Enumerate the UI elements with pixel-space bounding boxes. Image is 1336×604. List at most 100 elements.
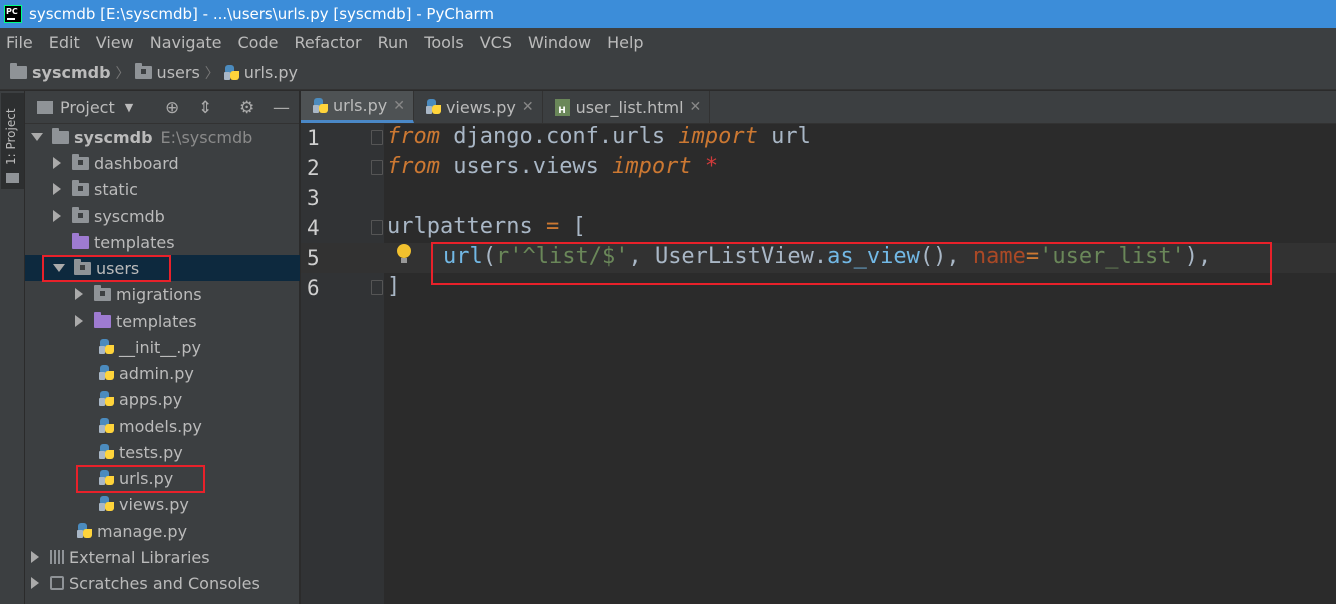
left-tool-strip: 1: Project (0, 91, 25, 604)
folder-icon (74, 258, 91, 275)
tree-item-models[interactable]: models.py (25, 413, 300, 439)
tree-item-admin[interactable]: admin.py (25, 360, 300, 386)
tree-item-external-libraries[interactable]: External Libraries (25, 544, 300, 570)
folder-icon (72, 179, 89, 196)
expand-arrow-icon[interactable] (31, 577, 39, 589)
folder-icon (6, 173, 19, 183)
menu-view[interactable]: View (90, 33, 140, 52)
tree-item-root[interactable]: syscmdb E:\syscmdb (25, 124, 300, 150)
menu-bar: File Edit View Navigate Code Refactor Ru… (0, 28, 1336, 56)
code-editor[interactable] (384, 124, 1336, 604)
expand-arrow-icon[interactable] (53, 183, 61, 195)
python-file-icon (99, 364, 115, 382)
menu-window[interactable]: Window (522, 33, 597, 52)
line-number: 2 (307, 156, 320, 180)
breadcrumb-users[interactable]: users (134, 63, 200, 82)
editor-tabs: urls.py ✕ views.py ✕ H user_list.html ✕ (301, 91, 1336, 124)
tree-item-syscmdb[interactable]: syscmdb (25, 203, 300, 229)
menu-run[interactable]: Run (372, 33, 415, 52)
tree-item-tests[interactable]: tests.py (25, 439, 300, 465)
close-icon[interactable]: ✕ (522, 99, 534, 115)
collapse-all-icon[interactable]: ⇕ (198, 98, 212, 118)
chevron-right-icon: 〉 (115, 65, 130, 82)
tree-item-urls[interactable]: urls.py (25, 465, 300, 491)
tree-item-users-templates[interactable]: templates (25, 308, 300, 334)
fold-marker-icon[interactable] (371, 280, 383, 295)
expand-arrow-icon[interactable] (53, 264, 65, 272)
menu-navigate[interactable]: Navigate (144, 33, 228, 52)
python-file-icon (313, 97, 329, 115)
crosshair-icon[interactable]: ⊕ (165, 98, 179, 118)
python-file-icon (425, 98, 442, 116)
folder-icon (37, 100, 53, 114)
code-line-4: urlpatterns = [ (387, 214, 586, 239)
tree-item-init[interactable]: __init__.py (25, 334, 300, 360)
tree-item-views[interactable]: views.py (25, 491, 300, 517)
project-view-selector[interactable]: Project (60, 98, 115, 117)
expand-arrow-icon[interactable] (53, 157, 61, 169)
title-bar: PC syscmdb [E:\syscmdb] - ...\users\urls… (0, 0, 1336, 28)
line-number: 3 (307, 186, 320, 210)
window-title: syscmdb [E:\syscmdb] - ...\users\urls.py… (29, 5, 495, 23)
expand-arrow-icon[interactable] (31, 133, 43, 141)
fold-marker-icon[interactable] (371, 220, 383, 235)
python-file-icon (99, 443, 115, 461)
menu-edit[interactable]: Edit (43, 33, 86, 52)
lightbulb-icon[interactable] (397, 244, 411, 263)
tree-item-manage[interactable]: manage.py (25, 518, 300, 544)
tree-item-dashboard[interactable]: dashboard (25, 150, 300, 176)
breadcrumb-project[interactable]: syscmdb (10, 63, 111, 82)
folder-icon (94, 284, 111, 301)
code-line-2: from users.views import * (387, 154, 719, 179)
library-icon (50, 550, 64, 564)
expand-arrow-icon[interactable] (31, 551, 39, 563)
expand-arrow-icon[interactable] (75, 315, 83, 327)
line-number: 5 (307, 246, 320, 270)
chevron-down-icon[interactable]: ▼ (125, 101, 133, 114)
tab-urls-py[interactable]: urls.py ✕ (301, 91, 414, 123)
menu-vcs[interactable]: VCS (474, 33, 518, 52)
menu-tools[interactable]: Tools (418, 33, 469, 52)
close-icon[interactable]: ✕ (690, 99, 702, 115)
close-icon[interactable]: ✕ (393, 98, 405, 114)
python-file-icon (99, 338, 115, 356)
breadcrumb: syscmdb 〉 users 〉 urls.py (0, 56, 1336, 90)
tree-item-migrations[interactable]: migrations (25, 281, 300, 307)
line-number: 4 (307, 216, 320, 240)
menu-code[interactable]: Code (232, 33, 285, 52)
folder-icon (72, 206, 89, 223)
project-tool-tab[interactable]: 1: Project (1, 93, 24, 189)
python-file-icon (223, 64, 240, 82)
menu-file[interactable]: File (0, 33, 39, 52)
code-line-6: ] (387, 274, 401, 299)
tree-item-static[interactable]: static (25, 176, 300, 202)
tree-item-apps[interactable]: apps.py (25, 386, 300, 412)
code-line-5: url(r'^list/$', UserListView.as_view(), … (443, 244, 1212, 269)
fold-marker-icon[interactable] (371, 130, 383, 145)
gear-icon[interactable]: ⚙ (239, 98, 254, 118)
tree-item-templates[interactable]: templates (25, 229, 300, 255)
python-file-icon (99, 390, 115, 408)
fold-marker-icon[interactable] (371, 160, 383, 175)
breadcrumb-file[interactable]: urls.py (223, 63, 298, 82)
tree-item-scratches[interactable]: Scratches and Consoles (25, 570, 300, 596)
menu-refactor[interactable]: Refactor (288, 33, 367, 52)
python-file-icon (77, 522, 93, 540)
line-number: 1 (307, 126, 320, 150)
folder-icon (134, 63, 152, 79)
python-file-icon (99, 495, 115, 513)
python-file-icon (99, 469, 115, 487)
expand-arrow-icon[interactable] (75, 288, 83, 300)
html-file-icon: H (554, 98, 570, 116)
scratches-icon (50, 576, 64, 590)
tab-views-py[interactable]: views.py ✕ (414, 91, 543, 123)
tree-item-users[interactable]: users (25, 255, 300, 281)
hide-icon[interactable]: — (273, 98, 290, 118)
templates-folder-icon (94, 311, 111, 328)
menu-help[interactable]: Help (601, 33, 649, 52)
tab-user-list-html[interactable]: H user_list.html ✕ (543, 91, 711, 123)
folder-icon (10, 63, 27, 79)
code-line-1: from django.conf.urls import url (387, 124, 811, 149)
project-panel-header: Project ▼ ⊕ ⇕ ⚙ — (25, 91, 299, 124)
expand-arrow-icon[interactable] (53, 210, 61, 222)
